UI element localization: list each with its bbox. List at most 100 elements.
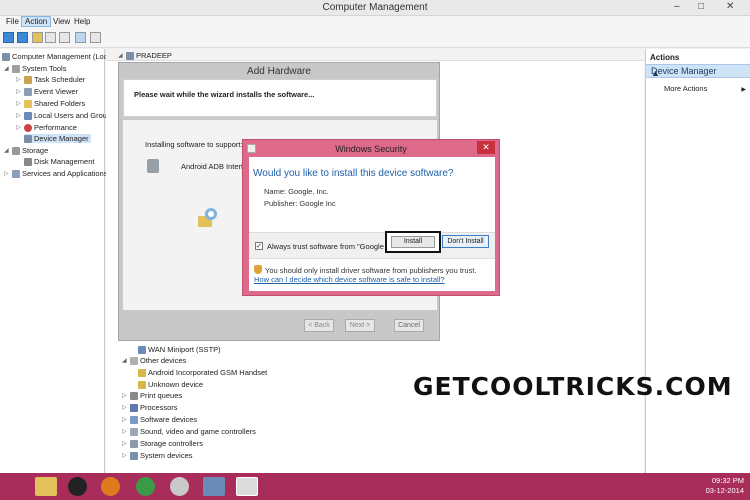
up-folder-icon[interactable] [32,32,43,43]
expand-icon[interactable]: ◢ [4,65,10,72]
menu-view[interactable]: View [50,17,73,26]
firefox-icon[interactable] [101,477,120,496]
wizard-next-button[interactable]: Next > [345,319,375,332]
users-icon [24,111,32,120]
collapse-up-icon[interactable]: ▲ [651,68,747,78]
tree-event-viewer[interactable]: ▷ Event Viewer [16,87,78,96]
collapse-icon[interactable]: ▷ [16,88,22,95]
actions-section[interactable]: Device Manager ▲ [646,64,750,78]
collapse-icon[interactable]: ▷ [122,404,128,411]
collapse-icon[interactable]: ▷ [122,452,128,459]
actions-header: Actions [650,53,680,62]
tree-system-tools[interactable]: ◢ System Tools [4,64,66,73]
more-actions-link[interactable]: More Actions [664,84,707,93]
media-player-icon[interactable] [68,477,87,496]
details-header: ◢ PRADEEP [106,49,644,61]
minimize-button[interactable]: – [674,1,680,12]
device-wan-sstp[interactable]: WAN Miniport (SSTP) [138,345,221,354]
collapse-icon[interactable]: ▷ [122,416,128,423]
console-tree: Computer Management (Local ◢ System Tool… [0,49,115,473]
device-sound-video[interactable]: ▷ Sound, video and game controllers [122,427,256,436]
services-icon [12,169,20,178]
wizard-banner: Please wait while the wizard installs th… [123,79,437,117]
show-hide-icon[interactable] [90,32,101,43]
chrome-icon[interactable] [136,477,155,496]
menu-action[interactable]: Action [21,16,52,27]
system-device-icon [130,451,138,460]
device-chip-icon [147,159,159,173]
trust-checkbox[interactable]: ✓ [255,242,263,250]
device-software-devices[interactable]: ▷ Software devices [122,415,197,424]
tree-device-manager[interactable]: Device Manager [24,134,91,143]
device-other-devices[interactable]: ◢ Other devices [122,356,186,365]
trust-label: Always trust software from "Google Inc". [267,242,401,251]
device-processors[interactable]: ▷ Processors [122,403,178,412]
tree-root[interactable]: Computer Management (Local [2,52,113,61]
wizard-cancel-button[interactable]: Cancel [394,319,424,332]
computer-icon [2,52,10,61]
storage-controller-icon [130,439,138,448]
folder-icon [24,99,32,108]
safe-software-link[interactable]: How can I decide which device software i… [254,275,445,284]
maximize-button[interactable]: □ [698,1,704,12]
back-icon[interactable] [3,32,14,43]
expand-icon[interactable]: ◢ [122,357,128,364]
install-button[interactable]: Install [391,236,435,248]
menu-help[interactable]: Help [71,17,93,26]
tree-storage[interactable]: ◢ Storage [4,146,48,155]
forward-icon[interactable] [17,32,28,43]
wizard-back-button[interactable]: < Back [304,319,334,332]
event-viewer-icon [24,87,32,96]
wizard-banner-text: Please wait while the wizard installs th… [134,90,315,99]
expand-icon[interactable]: ◢ [118,52,124,59]
computer-node[interactable]: ◢ PRADEEP [118,51,172,60]
disk-icon [24,157,32,166]
dont-install-button[interactable]: Don't Install [442,235,489,248]
menu-file[interactable]: File [3,17,22,26]
security-warning: You should only install driver software … [254,265,477,284]
close-button[interactable]: ✕ [726,1,734,12]
device-storage-controllers[interactable]: ▷ Storage controllers [122,439,203,448]
collapse-icon[interactable]: ▷ [16,76,22,83]
collapse-icon[interactable]: ▷ [4,170,10,177]
tree-performance[interactable]: ▷ Performance [16,123,77,132]
collapse-icon[interactable]: ▷ [122,428,128,435]
device-unknown[interactable]: Unknown device [138,380,203,389]
help-icon[interactable] [75,32,86,43]
window-title: Computer Management [322,2,428,13]
properties-icon[interactable] [59,32,70,43]
collapse-icon[interactable]: ▷ [16,124,22,131]
wizard-title: Add Hardware [247,66,311,77]
console-tree-icon[interactable] [45,32,56,43]
safari-icon[interactable] [170,477,189,496]
device-print-queues[interactable]: ▷ Print queues [122,391,182,400]
file-explorer-icon[interactable] [35,477,57,496]
device-system-devices[interactable]: ▷ System devices [122,451,193,460]
install-question: Would you like to install this device so… [253,168,454,179]
tree-task-scheduler[interactable]: ▷ Task Scheduler [16,75,85,84]
menu-bar: File Action View Help [0,16,750,29]
collapse-icon[interactable]: ▷ [16,112,22,119]
device-android-gsm[interactable]: Android Incorporated GSM Handset [138,368,267,377]
computer-management-taskbar-icon[interactable] [236,477,258,496]
collapse-icon[interactable]: ▷ [122,440,128,447]
tools-icon [12,64,20,73]
tree-local-users[interactable]: ▷ Local Users and Groups [16,111,115,120]
collapse-icon[interactable]: ▷ [16,100,22,107]
installing-device: Android ADB Interfac [181,162,252,171]
actions-pane: Actions Device Manager ▲ More Actions ▶ [645,49,750,473]
collapse-icon[interactable]: ▷ [122,392,128,399]
security-title: Windows Security [335,144,407,154]
chevron-right-icon: ▶ [741,87,746,93]
watermark: GETCOOLTRICKS.COM [413,372,733,401]
warning-device-icon [138,368,146,377]
expand-icon[interactable]: ◢ [4,147,10,154]
security-content: Would you like to install this device so… [249,157,495,291]
security-close-button[interactable]: ✕ [477,141,495,154]
toolbar [0,29,750,48]
system-clock[interactable]: 09:32 PM 03-12-2014 [706,476,744,496]
device-manager-taskbar-icon[interactable] [203,477,225,496]
tree-shared-folders[interactable]: ▷ Shared Folders [16,99,85,108]
tree-disk-management[interactable]: Disk Management [24,157,94,166]
tree-services[interactable]: ▷ Services and Applications [4,169,107,178]
